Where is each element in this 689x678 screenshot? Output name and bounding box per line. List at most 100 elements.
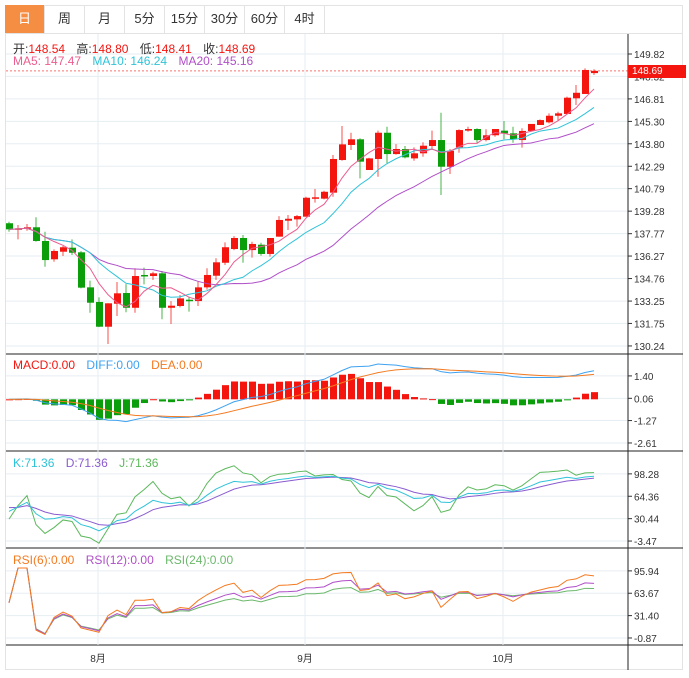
candle-up [375,132,382,159]
macd-tick-label: 1.40 [634,372,654,383]
macd-bar [456,399,463,403]
macd-bar [375,382,382,400]
rsi-tick-label: 63.67 [634,589,659,600]
macd-bar [267,383,274,400]
candle-down [240,238,247,251]
candle-down [42,240,49,261]
x-tick-label: 9月 [297,654,313,665]
rsi-tick-label: -0.87 [634,634,657,645]
price-tick-label: 143.80 [634,140,665,151]
candle-down [33,227,40,241]
candle-up [114,293,121,304]
candle-up [312,197,319,199]
dea-value: DEA:0.00 [151,358,203,372]
candle-down [96,301,103,327]
macd-tick-label: 0.06 [634,394,654,405]
candle-up [222,247,229,263]
candle-up [276,219,283,237]
ma10-legend: MA10: 146.24 [92,54,168,68]
macd-bar [474,399,481,404]
macd-bar [483,399,490,404]
macd-bar [204,393,211,400]
candle-up [294,216,301,220]
macd-bar [438,399,445,404]
macd-bar [195,397,202,400]
candle-up [456,130,463,148]
macd-bar [150,399,157,401]
candle-down [159,273,166,308]
macd-bar [357,378,364,400]
macd-bar [339,374,346,400]
candle-up [267,238,274,254]
macd-bar [528,399,535,405]
macd-bar [501,399,508,404]
rsi-legend: RSI(6):0.00 RSI(12):0.00 RSI(24):0.00 [13,553,241,567]
candle-up [573,92,580,99]
candle-up [51,250,58,260]
d-line [8,476,595,526]
candle-up [546,115,553,123]
ma5-legend: MA5: 147.47 [13,54,82,68]
macd-bar [141,399,148,404]
rsi12-value: RSI(12):0.00 [85,553,154,567]
macd-bar [420,398,427,400]
kdj-tick-label: 30.44 [634,515,659,526]
rsi-tick-label: 31.40 [634,612,659,623]
price-tick-label: 142.29 [634,162,665,173]
price-tick-label: 133.25 [634,297,665,308]
macd-bar [231,381,238,400]
j-line [8,465,595,544]
price-tick-label: 149.82 [634,50,665,61]
macd-legend: MACD:0.00 DIFF:0.00 DEA:0.00 [13,358,210,372]
candle-up [321,191,328,199]
candle-up [366,158,373,171]
candle-up [213,262,220,276]
macd-bar [447,399,454,405]
candle-up [447,150,454,167]
candle-up [150,273,157,277]
price-tick-label: 130.24 [634,342,665,353]
candle-up [303,197,310,217]
candle-up [168,305,175,308]
macd-bar [591,392,598,400]
diff-value: DIFF:0.00 [86,358,140,372]
macd-tick-label: -1.27 [634,417,657,428]
candle-down [384,132,391,155]
kdj-legend: K:71.36 D:71.36 J:71.36 [13,456,166,470]
candle-up [582,69,589,94]
candle-up [231,238,238,250]
price-tick-label: 137.77 [634,230,665,241]
kdj-tick-label: -3.47 [634,537,657,548]
candle-up [492,129,499,136]
macd-bar [384,386,391,400]
candle-up [285,218,292,221]
macd-bar [123,399,130,415]
macd-bar [186,399,193,401]
rsi12-line [8,567,595,635]
current-price-tag: 148.69 [628,64,686,78]
price-tick-label: 136.27 [634,252,665,263]
macd-bar [330,377,337,400]
macd-bar [510,399,517,406]
macd-bar [465,399,472,402]
macd-bar [366,382,373,400]
macd-bar [519,399,526,406]
macd-bar [321,380,328,400]
kline-chart[interactable]: 149.82148.32146.81145.30143.80142.29140.… [0,0,689,678]
macd-bar [348,373,355,400]
price-tick-label: 139.28 [634,207,665,218]
candle-up [465,129,472,131]
macd-bar [564,399,571,401]
candle-up [348,139,355,145]
k-value: K:71.36 [13,456,55,470]
x-tick-label: 10月 [492,654,514,665]
macd-bar [402,394,409,400]
x-tick-label: 8月 [90,654,106,665]
macd-bar [222,385,229,400]
ma10-line [8,107,595,298]
macd-bar [177,399,184,402]
price-tick-label: 145.30 [634,117,665,128]
macd-bar [546,399,553,403]
rsi24-value: RSI(24):0.00 [165,553,234,567]
rsi-tick-label: 95.94 [634,567,659,578]
